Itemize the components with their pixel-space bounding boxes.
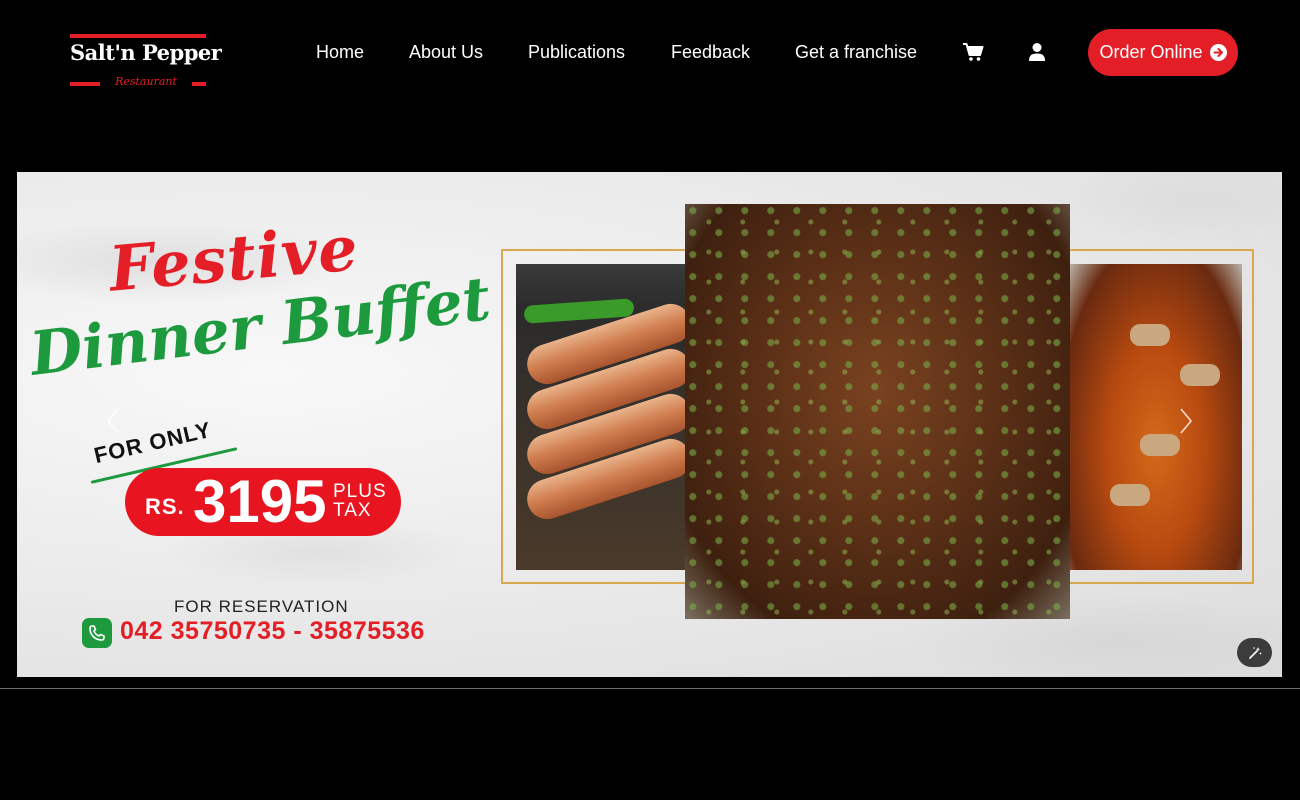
nav-item-get-a-franchise[interactable]: Get a franchise (795, 40, 917, 64)
reservation-label: FOR RESERVATION (174, 597, 349, 616)
nav-item-about-us[interactable]: About Us (409, 40, 483, 64)
page-divider (0, 688, 1300, 689)
price-amount: 3195 (193, 468, 327, 535)
price-tax: TAX (333, 500, 372, 521)
price-plus-tax: PLUS TAX (333, 482, 387, 520)
chevron-left-icon[interactable] (103, 404, 123, 438)
meat-piece-shape (1140, 434, 1180, 456)
curry-bowl-photo (1070, 264, 1242, 570)
chevron-right-icon[interactable] (1176, 404, 1196, 438)
nav-item-publications[interactable]: Publications (528, 40, 625, 64)
arrow-right-circle-icon (1209, 44, 1227, 61)
order-online-button[interactable]: Order Online (1088, 29, 1238, 76)
price-badge: RS. 3195 PLUS TAX (125, 468, 401, 536)
nav-item-home[interactable]: Home (316, 40, 364, 64)
logo-brand-text: Salt'n Pepper (70, 40, 222, 65)
logo[interactable]: Salt'n Pepper Restaurant (70, 34, 222, 88)
meat-piece-shape (1110, 484, 1150, 506)
phone-icon (82, 618, 112, 648)
user-icon[interactable] (1025, 40, 1049, 64)
logo-subtitle-wrap: Restaurant (100, 76, 192, 88)
order-online-label: Order Online (1099, 42, 1203, 62)
price-currency: RS. (145, 494, 185, 519)
magic-wand-icon[interactable] (1237, 638, 1272, 667)
seekh-kebab-photo (516, 264, 686, 570)
nav-item-feedback[interactable]: Feedback (671, 40, 750, 64)
meat-piece-shape (1180, 364, 1220, 386)
logo-subtitle: Restaurant (115, 75, 177, 88)
logo-top-bar (70, 34, 206, 38)
karahi-main-photo (685, 204, 1070, 619)
price-plus: PLUS (333, 481, 387, 502)
meat-piece-shape (1130, 324, 1170, 346)
hero-banner: Festive Dinner Buffet FOR ONLY RS. 3195 … (17, 172, 1282, 677)
cart-icon[interactable] (961, 40, 985, 64)
reservation-phone-number: 042 35750735 - 35875536 (120, 617, 425, 645)
